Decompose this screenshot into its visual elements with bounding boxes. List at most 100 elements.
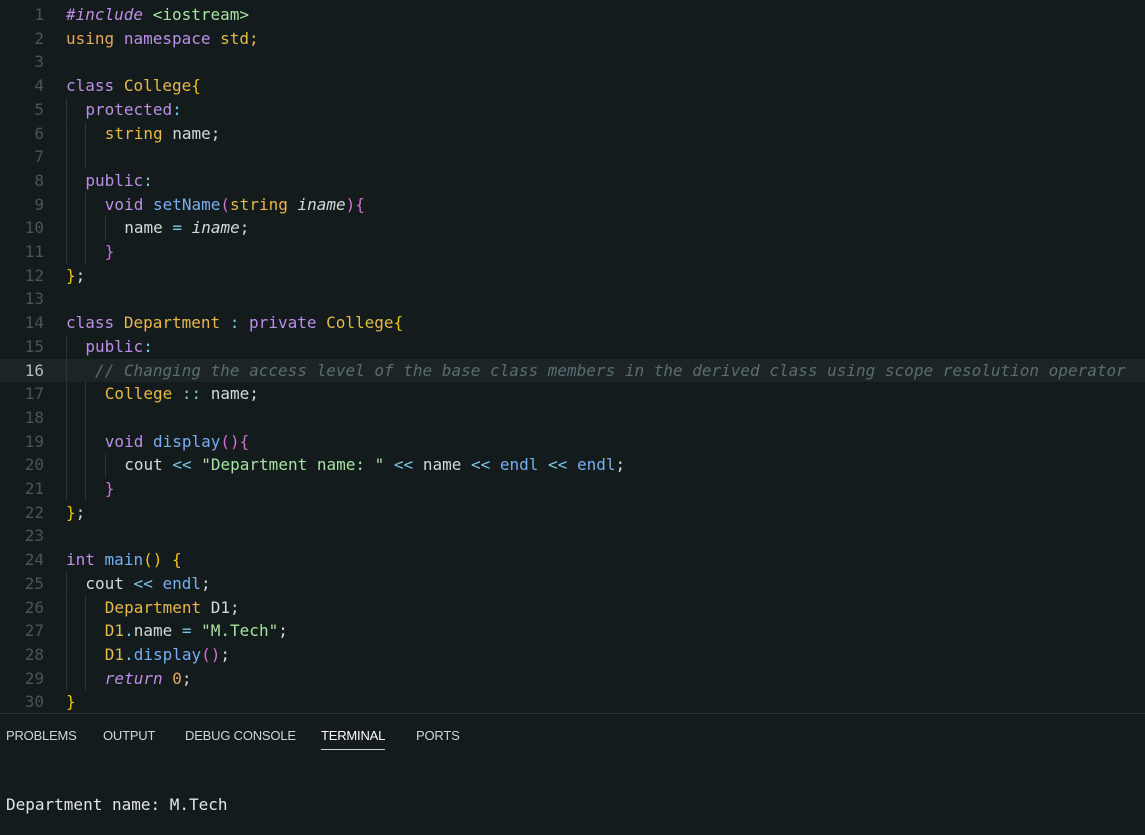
code-text: class Department : private College{ — [66, 311, 403, 335]
code-line[interactable]: 23 — [0, 524, 1145, 548]
code-token: ; — [220, 644, 231, 664]
code-text: D1.name = "M.Tech"; — [105, 619, 288, 643]
code-token: College — [104, 384, 173, 404]
code-line[interactable]: 29 return 0; — [0, 666, 1145, 691]
code-text: class College{ — [66, 74, 201, 98]
code-line[interactable]: 2 using namespace std; — [0, 27, 1145, 51]
code-token: // Changing the access level of the base… — [85, 360, 1126, 380]
code-line[interactable]: 15 public: — [0, 334, 1145, 359]
code-line[interactable]: 26 Department D1; — [0, 595, 1145, 620]
indent-guide — [85, 216, 87, 240]
indent-guide — [66, 453, 67, 477]
code-editor[interactable]: 1 #include <iostream> 2 using namespace std… — [0, 0, 1145, 714]
code-line[interactable]: 30} — [0, 690, 1145, 714]
code-token: string — [104, 123, 163, 143]
code-token: D1; — [201, 597, 240, 617]
code-line[interactable]: 1 #include <iostream> — [0, 3, 1145, 27]
code-line[interactable]: 20 cout << "Department name: " << name <<… — [0, 453, 1145, 477]
code-line[interactable]: 27 D1.name = "M.Tech"; — [0, 619, 1145, 643]
indent-guide — [66, 571, 67, 596]
code-token: name; — [210, 384, 259, 404]
tab-terminal[interactable]: TERMINAL — [321, 728, 385, 750]
tab-output[interactable]: OUTPUT — [103, 728, 155, 749]
tab-problems[interactable]: PROBLEMS — [6, 728, 77, 749]
code-token: name — [422, 455, 462, 475]
code-token: } — [66, 502, 76, 522]
line-number: 17 — [24, 384, 44, 404]
code-token: "Department name: " — [201, 455, 385, 475]
line-number: 8 — [34, 170, 44, 190]
code-line[interactable]: 18 — [0, 405, 1145, 430]
code-token: D1 — [104, 621, 125, 641]
code-token: { — [355, 194, 365, 214]
code-line[interactable]: 6 string name; — [0, 121, 1145, 146]
code-line[interactable]: 3 — [0, 50, 1145, 74]
code-line[interactable]: 11} — [0, 240, 1145, 264]
code-text: public: — [85, 335, 152, 359]
code-token: = — [162, 218, 192, 238]
line-number: 26 — [24, 597, 44, 617]
code-token: College — [326, 313, 394, 333]
indent-guide — [85, 429, 87, 454]
code-line[interactable]: 28 D1.display(); — [0, 642, 1145, 667]
terminal-output[interactable]: Department name: M.Tech — [6, 795, 228, 814]
code-token: ; — [278, 621, 288, 641]
code-line[interactable]: 12}; — [0, 264, 1145, 288]
code-line[interactable]: 25 cout << endl; — [0, 571, 1145, 596]
code-token: Department — [104, 597, 202, 617]
line-number: 13 — [24, 289, 44, 309]
indent-guide — [66, 405, 67, 430]
indent-guide — [66, 145, 67, 169]
line-number: 28 — [24, 644, 44, 664]
code-token: () — [201, 644, 221, 664]
indent-guide — [66, 595, 67, 620]
code-line[interactable]: 8 public: — [0, 168, 1145, 193]
code-token: cout — [85, 573, 124, 593]
code-token: class — [66, 76, 115, 96]
code-token: using — [66, 28, 115, 48]
code-text: D1.display(); — [105, 643, 230, 667]
code-token: iname — [297, 194, 346, 214]
code-line[interactable]: 5 protected: — [0, 97, 1145, 122]
code-line[interactable]: 21} — [0, 477, 1145, 501]
indent-guide — [85, 477, 87, 501]
code-line[interactable]: 16 // Changing the access level of the b… — [0, 358, 1145, 383]
indent-guide — [85, 145, 87, 169]
code-text: void setName(string iname){ — [105, 193, 365, 217]
line-number: 10 — [24, 218, 44, 238]
code-line[interactable]: 14 class Department : private College{ — [0, 311, 1145, 335]
code-line[interactable]: 22}; — [0, 501, 1145, 525]
indent-guide — [85, 642, 87, 667]
indent-guide — [66, 666, 67, 691]
indent-guide — [85, 192, 87, 217]
code-line[interactable]: 10 name = iname; — [0, 216, 1145, 240]
code-line[interactable]: 7 — [0, 145, 1145, 169]
code-token: : — [220, 313, 250, 333]
code-token: () — [220, 431, 240, 451]
code-line[interactable]: 17 College :: name; — [0, 382, 1145, 406]
tab-ports[interactable]: PORTS — [416, 728, 460, 749]
code-line[interactable]: 9 void setName(string iname){ — [0, 192, 1145, 217]
code-token: private — [249, 313, 317, 333]
code-token: D1 — [104, 644, 125, 664]
code-line[interactable]: 13 — [0, 287, 1145, 311]
code-text: cout << endl; — [85, 572, 210, 596]
tab-debug-console[interactable]: DEBUG CONSOLE — [185, 728, 296, 749]
indent-guide — [85, 595, 87, 620]
code-text: }; — [66, 501, 85, 525]
code-text: Department D1; — [105, 596, 240, 620]
code-line[interactable]: 24 int main() { — [0, 548, 1145, 572]
code-line[interactable]: 19 void display(){ — [0, 429, 1145, 454]
indent-guide — [66, 477, 67, 501]
code-token: void — [104, 194, 144, 214]
code-token: ; — [75, 265, 86, 285]
code-text: int main() { — [66, 548, 182, 572]
code-token: "M.Tech" — [201, 621, 279, 641]
code-token: display — [133, 644, 202, 664]
code-token: void — [104, 431, 144, 451]
code-line[interactable]: 4 class College{ — [0, 74, 1145, 98]
